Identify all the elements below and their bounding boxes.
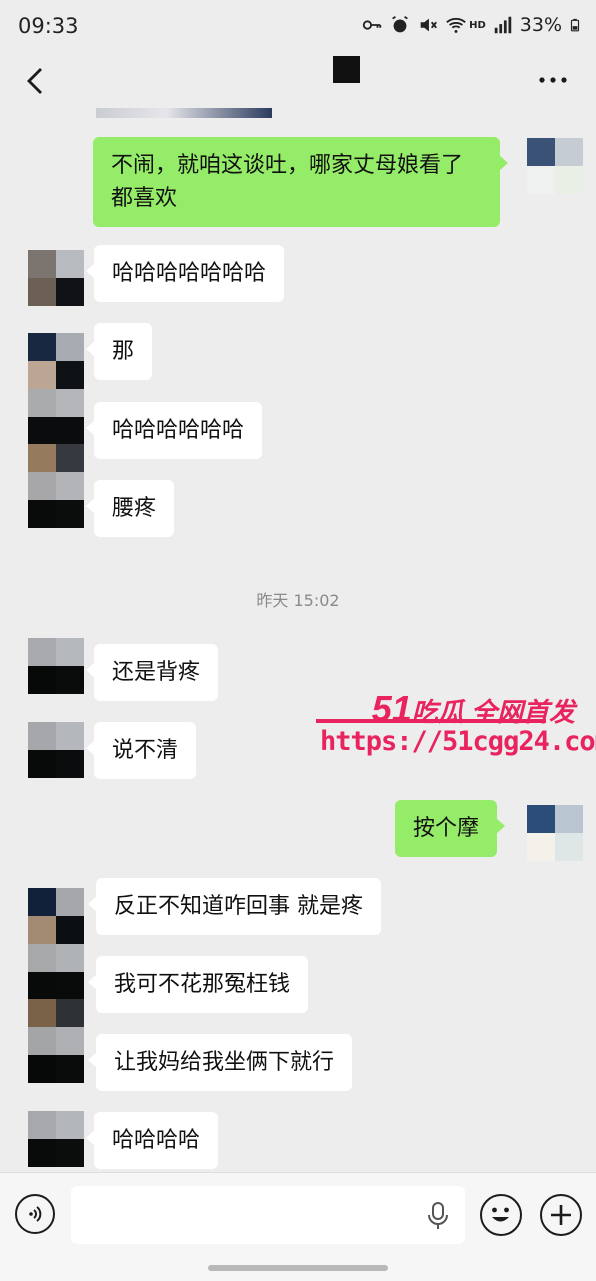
message-input[interactable] xyxy=(71,1186,465,1244)
message-bubble-received[interactable]: 让我妈给我坐俩下就行 xyxy=(87,1034,353,1091)
message-timestamp: 昨天 15:02 xyxy=(256,591,340,610)
message-bubble-received[interactable]: 哈哈哈哈哈哈 xyxy=(85,402,263,459)
more-icon xyxy=(539,77,567,83)
contact-avatar[interactable] xyxy=(28,333,84,528)
watermark-brand: 51吃瓜 全网首发 xyxy=(372,688,575,730)
input-bar xyxy=(0,1172,596,1281)
microphone-icon[interactable] xyxy=(426,1201,450,1231)
mute-icon xyxy=(420,18,438,32)
signal-icon xyxy=(494,16,512,34)
status-bar: 09:33 HD 33% xyxy=(0,0,596,54)
contact-avatar[interactable] xyxy=(28,250,84,306)
alarm-icon xyxy=(392,15,408,33)
message-bubble-received[interactable]: 腰疼 xyxy=(85,480,175,537)
message-list[interactable]: 不闹，就咱这谈吐，哪家丈母娘看了都喜欢 哈哈哈哈哈哈哈 那 哈哈哈哈哈哈 腰疼 … xyxy=(0,108,596,1172)
message-bubble-received[interactable]: 还是背疼 xyxy=(85,644,219,701)
network-type: HD xyxy=(469,19,486,31)
battery-icon xyxy=(570,18,580,32)
contact-avatar[interactable] xyxy=(28,638,84,694)
watermark-url: https://51cgg24.com xyxy=(320,726,596,757)
status-time: 09:33 xyxy=(18,14,79,38)
plus-icon xyxy=(551,1205,571,1225)
image-message-partial[interactable] xyxy=(96,108,272,118)
watermark-line xyxy=(316,719,546,723)
back-icon xyxy=(27,68,42,94)
back-button[interactable] xyxy=(18,64,52,98)
my-avatar[interactable] xyxy=(527,138,583,194)
emoji-icon xyxy=(492,1207,509,1222)
message-bubble-received[interactable]: 那 xyxy=(85,323,153,380)
message-bubble-received[interactable]: 我可不花那冤枉钱 xyxy=(87,956,309,1013)
contact-avatar[interactable] xyxy=(28,722,84,778)
message-bubble-received[interactable]: 反正不知道咋回事 就是疼 xyxy=(88,878,381,935)
chat-header xyxy=(0,54,596,108)
more-button[interactable] xyxy=(536,66,570,94)
key-icon xyxy=(362,20,382,30)
voice-icon xyxy=(29,1206,42,1222)
plus-button[interactable] xyxy=(540,1194,582,1236)
message-bubble-received[interactable]: 说不清 xyxy=(85,722,197,779)
chat-title-redacted xyxy=(333,56,360,83)
message-bubble-sent[interactable]: 不闹，就咱这谈吐，哪家丈母娘看了都喜欢 xyxy=(93,137,508,227)
watermark: 51吃瓜 全网首发 https://51cgg24.com xyxy=(312,688,596,762)
contact-avatar[interactable] xyxy=(28,888,84,1083)
my-avatar[interactable] xyxy=(527,805,583,861)
message-bubble-received[interactable]: 哈哈哈哈 xyxy=(85,1112,219,1169)
wifi-icon xyxy=(446,17,466,33)
message-bubble-sent[interactable]: 按个摩 xyxy=(395,800,506,857)
battery-percent: 33% xyxy=(519,14,562,36)
contact-avatar[interactable] xyxy=(28,1111,84,1167)
home-indicator[interactable] xyxy=(208,1265,388,1271)
voice-button[interactable] xyxy=(15,1194,55,1234)
emoji-button[interactable] xyxy=(480,1194,522,1236)
status-icons: HD 33% xyxy=(361,14,582,36)
message-bubble-received[interactable]: 哈哈哈哈哈哈哈 xyxy=(85,245,285,302)
